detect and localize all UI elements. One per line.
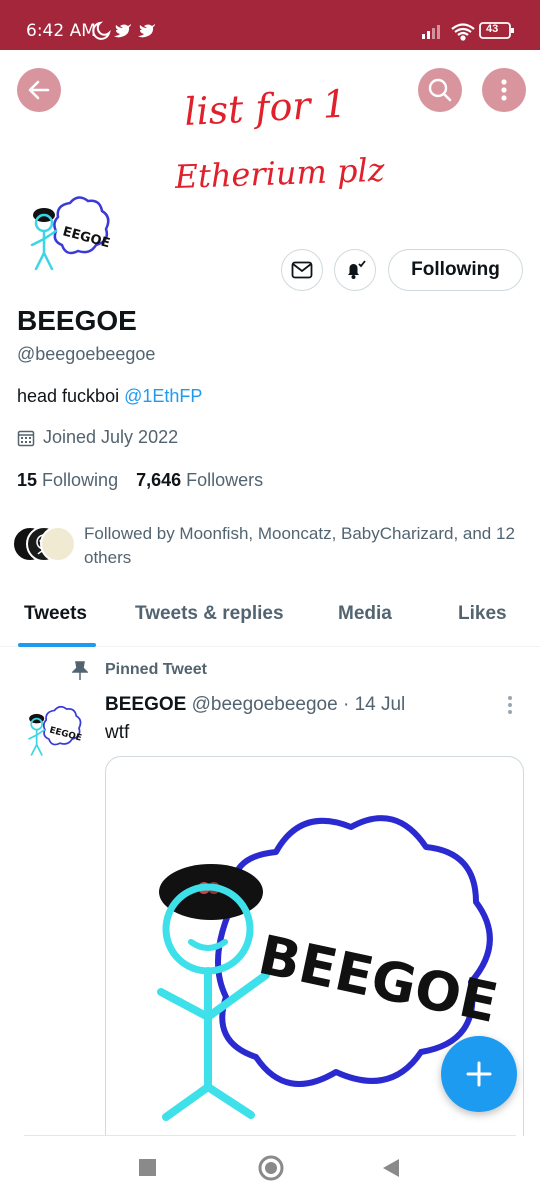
square-icon[interactable] — [138, 1158, 158, 1178]
tweet-text: wtf — [105, 722, 130, 743]
pinned-label: Pinned Tweet — [105, 661, 207, 678]
note-line-1: list for 1 — [183, 82, 348, 134]
moon-icon — [92, 21, 111, 40]
tweet-more-button[interactable] — [505, 694, 515, 721]
compose-tweet-button[interactable] — [441, 1036, 517, 1112]
joined-date: Joined July 2022 — [43, 427, 179, 447]
back-button[interactable] — [17, 68, 61, 112]
active-tab-indicator — [18, 643, 96, 647]
follower-avatar — [40, 526, 76, 562]
followers-label: Followers — [186, 470, 264, 490]
notifications-button[interactable] — [334, 249, 376, 291]
arrow-left-icon — [28, 80, 50, 100]
profile-stats: 15 Following 7,646 Followers — [17, 470, 263, 491]
pin-icon — [72, 661, 88, 680]
tab-likes[interactable]: Likes — [458, 603, 507, 625]
followers-count: 7,646 — [136, 470, 182, 490]
tweet-author-avatar[interactable]: EEGOE — [20, 705, 83, 763]
message-button[interactable] — [281, 249, 323, 291]
twitter-bird-icon — [114, 24, 131, 38]
more-vertical-icon — [501, 79, 507, 101]
more-button[interactable] — [482, 68, 526, 112]
profile-tabs: Tweets Tweets & replies Media Likes — [0, 585, 540, 647]
tweet-date[interactable]: 14 Jul — [355, 694, 406, 715]
following-label: Following — [42, 470, 119, 490]
circle-icon[interactable] — [257, 1154, 285, 1182]
profile-joined: Joined July 2022 — [17, 427, 178, 448]
followed-by-avatars — [12, 526, 78, 566]
tab-tweets-replies[interactable]: Tweets & replies — [135, 603, 284, 625]
tweet-header: BEEGOE @beegoebeegoe · 14 Jul — [105, 694, 405, 716]
profile-avatar[interactable]: EEGOE — [20, 195, 112, 280]
bio-text: head fuckboi — [17, 386, 125, 406]
battery-level: 43 — [486, 23, 499, 35]
tweet-dot: · — [337, 694, 355, 715]
tab-tweets[interactable]: Tweets — [24, 603, 87, 625]
tab-media[interactable]: Media — [338, 603, 392, 625]
more-vertical-icon — [508, 696, 512, 714]
profile-handle: @beegoebeegoe — [17, 344, 156, 364]
profile-display-name: BEEGOE — [17, 305, 137, 336]
following-button[interactable]: Following — [388, 249, 523, 291]
calendar-icon — [17, 430, 35, 446]
bell-check-icon — [348, 260, 366, 279]
profile-bio: head fuckboi @1EthFP — [17, 386, 202, 407]
status-time: 6:42 AM — [26, 21, 96, 41]
handwritten-note: list for 1 Etherium plz — [175, 82, 386, 196]
following-stat[interactable]: 15 Following — [17, 470, 118, 490]
followed-by-text: Followed by Moonfish, Mooncatz, BabyChar… — [84, 524, 515, 567]
triangle-back-icon[interactable] — [380, 1157, 402, 1179]
bio-mention-link[interactable]: @1EthFP — [124, 386, 202, 406]
followers-stat[interactable]: 7,646 Followers — [136, 470, 263, 490]
twitter-bird-icon-2 — [138, 24, 155, 38]
tweet-author-name[interactable]: BEEGOE — [105, 694, 186, 715]
tweet-author-handle[interactable]: @beegoebeegoe — [192, 694, 338, 715]
note-line-2: Etherium plz — [175, 151, 386, 196]
status-notification-icons — [92, 20, 162, 45]
pinned-indicator: Pinned Tweet — [72, 661, 207, 681]
android-nav-bar — [0, 1136, 540, 1200]
mail-icon — [291, 261, 313, 279]
signal-icon — [422, 25, 440, 39]
drawing-text: BEEGOE — [253, 923, 503, 1035]
status-right-icons: 43 — [420, 19, 520, 48]
status-bar: 6:42 AM 43 — [0, 0, 540, 50]
following-count: 15 — [17, 470, 38, 490]
wifi-icon — [451, 23, 475, 41]
compose-plus-icon — [466, 1061, 492, 1087]
